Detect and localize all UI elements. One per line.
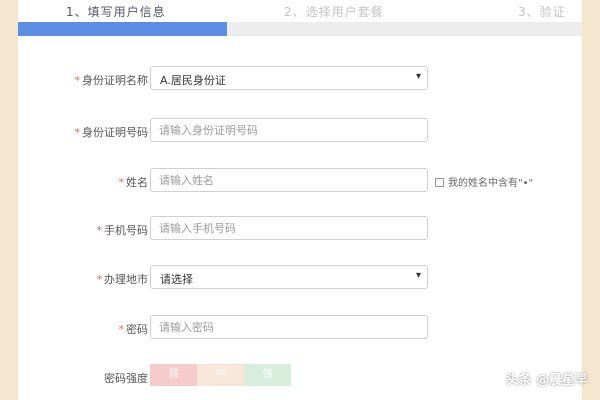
phone-field xyxy=(150,216,428,240)
id-number-field xyxy=(150,118,428,142)
password-label: * 密码 xyxy=(118,323,149,336)
name-field xyxy=(150,168,428,192)
id-type-label: * 身份证明名称 xyxy=(74,74,149,87)
password-row: * 密码 xyxy=(18,315,582,341)
strength-strong: 强 xyxy=(244,364,291,386)
step-bar: 1、填写用户信息 2、选择用户套餐 3、验证 xyxy=(18,0,582,22)
password-input[interactable] xyxy=(151,316,427,339)
checkbox-icon xyxy=(435,178,444,187)
id-type-select[interactable]: A.居民身份证 ▾ xyxy=(150,66,428,90)
password-field xyxy=(150,315,428,339)
strength-label: 密码强度 xyxy=(104,372,148,385)
id-number-row: * 身份证明号码 xyxy=(18,118,582,144)
name-row: *姓名 我的姓名中含有"•" xyxy=(18,168,582,194)
strength-meter: 弱 中 强 xyxy=(150,364,291,386)
watermark-text: 头条 @晨星早 xyxy=(505,373,588,388)
progress-bar xyxy=(18,22,582,36)
id-number-input[interactable] xyxy=(151,119,427,142)
id-number-label: * 身份证明号码 xyxy=(74,126,149,139)
name-label: * 姓名 xyxy=(118,176,149,189)
city-select[interactable]: 请选择 ▾ xyxy=(150,265,428,289)
strength-medium: 中 xyxy=(197,364,244,386)
step-1: 1、填写用户信息 xyxy=(66,5,166,19)
step-2: 2、选择用户套餐 xyxy=(284,5,384,19)
progress-fill xyxy=(18,22,227,36)
name-input[interactable] xyxy=(151,169,427,192)
id-type-row: * 身份证明名称 A.居民身份证 ▾ xyxy=(18,66,582,92)
city-row: * 办理地市 请选择 ▾ xyxy=(18,265,582,291)
name-dot-checkbox-label: 我的姓名中含有"•" xyxy=(448,178,534,189)
strength-row: 密码强度 弱 中 强 xyxy=(18,364,582,390)
strength-weak: 弱 xyxy=(150,364,197,386)
phone-row: * 手机号码 xyxy=(18,216,582,242)
phone-input[interactable] xyxy=(151,217,427,240)
phone-label: * 手机号码 xyxy=(96,224,149,237)
caret-down-icon: ▾ xyxy=(415,270,421,281)
id-type-value: A.居民身份证 xyxy=(160,74,226,87)
step-3: 3、验证 xyxy=(518,5,566,19)
caret-down-icon: ▾ xyxy=(415,71,421,82)
name-dot-checkbox[interactable]: 我的姓名中含有"•" xyxy=(435,174,533,189)
city-value: 请选择 xyxy=(160,273,193,286)
city-label: * 办理地市 xyxy=(96,273,149,286)
form-panel: 1、填写用户信息 2、选择用户套餐 3、验证 * 身份证明名称 A.居民身份证 ▾… xyxy=(18,0,582,400)
